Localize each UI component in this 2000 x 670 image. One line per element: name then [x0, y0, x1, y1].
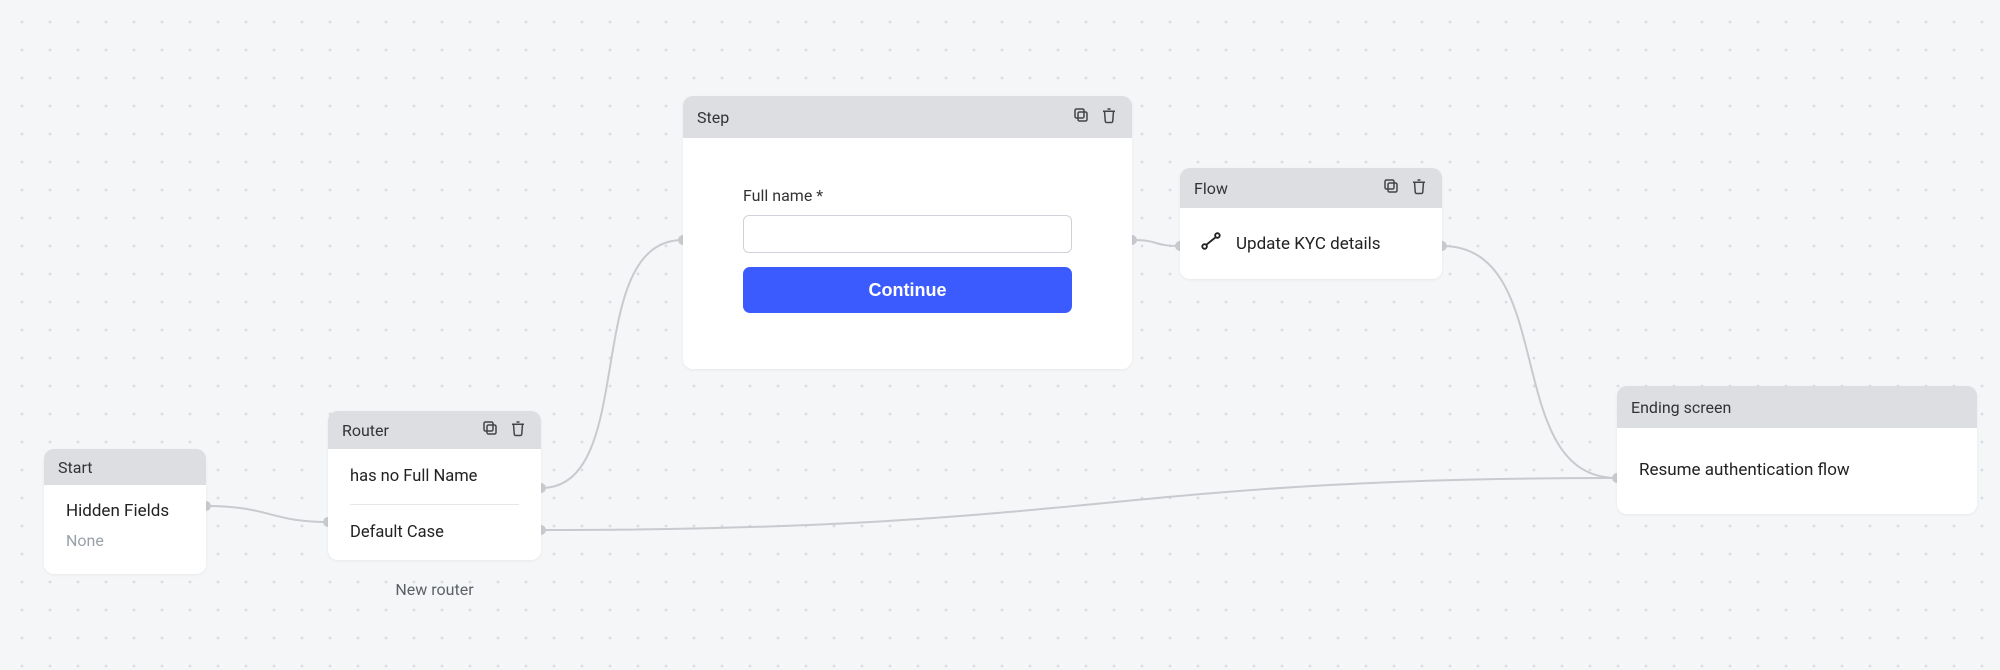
- trash-icon[interactable]: [509, 419, 527, 441]
- node-flow-title: Flow: [1194, 179, 1382, 198]
- node-ending-title: Ending screen: [1631, 398, 1963, 417]
- path-icon: [1200, 230, 1222, 257]
- router-case-default[interactable]: Default Case: [328, 505, 541, 560]
- hidden-fields-value: None: [66, 531, 184, 550]
- node-router-header: Router: [328, 411, 541, 449]
- duplicate-icon[interactable]: [481, 419, 499, 441]
- node-start-body: Hidden Fields None: [44, 485, 206, 574]
- node-start-title: Start: [58, 458, 192, 477]
- node-router-title: Router: [342, 421, 481, 440]
- node-flow[interactable]: Flow Update KYC details: [1180, 168, 1442, 279]
- node-router[interactable]: Router has no Full Name Default Case: [328, 411, 541, 560]
- node-ending-header: Ending screen: [1617, 386, 1977, 428]
- node-step-header: Step: [683, 96, 1132, 138]
- node-step-title: Step: [697, 108, 1072, 127]
- node-flow-header: Flow: [1180, 168, 1442, 208]
- duplicate-icon[interactable]: [1382, 177, 1400, 199]
- node-ending[interactable]: Ending screen Resume authentication flow: [1617, 386, 1977, 514]
- router-case-has-no-full-name[interactable]: has no Full Name: [328, 449, 541, 504]
- full-name-label: Full name *: [743, 186, 1072, 205]
- duplicate-icon[interactable]: [1072, 106, 1090, 128]
- node-step-body: Full name * Continue: [683, 138, 1132, 369]
- hidden-fields-label: Hidden Fields: [66, 501, 184, 521]
- full-name-input[interactable]: [743, 215, 1072, 253]
- node-step[interactable]: Step Full name * Continue: [683, 96, 1132, 369]
- node-start[interactable]: Start Hidden Fields None: [44, 449, 206, 574]
- ending-text: Resume authentication flow: [1639, 460, 1850, 480]
- node-start-header: Start: [44, 449, 206, 485]
- trash-icon[interactable]: [1100, 106, 1118, 128]
- trash-icon[interactable]: [1410, 177, 1428, 199]
- flow-action-label: Update KYC details: [1236, 234, 1381, 254]
- router-caption: New router: [328, 580, 541, 599]
- node-router-body: has no Full Name Default Case: [328, 449, 541, 560]
- node-ending-body: Resume authentication flow: [1617, 428, 1977, 514]
- continue-button[interactable]: Continue: [743, 267, 1072, 313]
- node-flow-body: Update KYC details: [1180, 208, 1442, 279]
